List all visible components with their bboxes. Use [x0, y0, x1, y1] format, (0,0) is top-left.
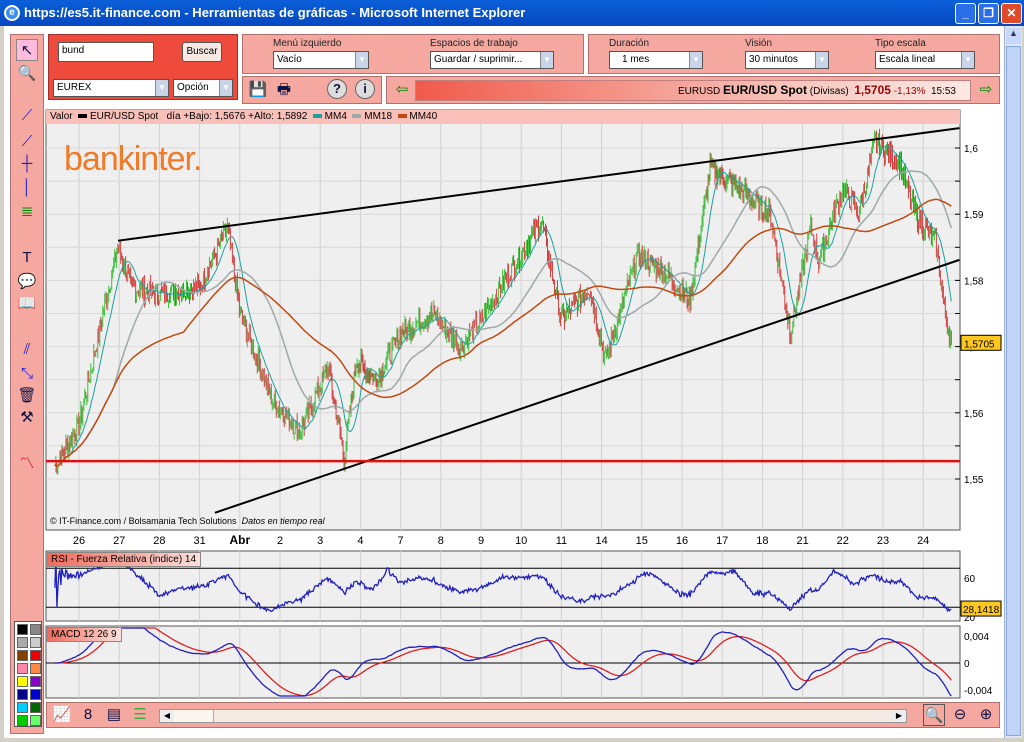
legend-swatch-price — [78, 114, 88, 119]
x-tick-label: 26 — [73, 535, 85, 547]
link-icon[interactable]: 8 — [77, 704, 99, 726]
credits-realtime: Datos en tiempo real — [241, 516, 325, 526]
legend-swatch-mm18 — [352, 114, 362, 119]
horizontal-scrollbar[interactable]: ◀ ▶ — [159, 709, 907, 723]
scroll-up-icon[interactable]: ▲ — [1006, 28, 1021, 44]
chart-credits: © IT-Finance.com / Bolsamania Tech Solut… — [50, 516, 325, 526]
close-button[interactable]: ✕ — [1001, 3, 1022, 24]
x-tick-label: 28 — [153, 535, 165, 547]
legend-mm4: MM4 — [324, 111, 347, 122]
x-tick-label: 3 — [317, 535, 323, 547]
page: ↖ 🔍 ⟋ ⟋ ┼ │ ≣ T 💬 📖 ⫽ ⤡ 🗑 ⚒ 〽 bund Busca… — [4, 26, 1004, 738]
x-tick-label: 4 — [357, 535, 363, 547]
list-icon[interactable]: ☰ — [129, 704, 151, 726]
macd-tick-label: -0,004 — [964, 686, 993, 697]
x-tick-label: 27 — [113, 535, 125, 547]
scroll-thumb[interactable] — [174, 710, 214, 722]
chart-area[interactable]: 26 27 28 31 Abr 2 3 4 7 8 9 10 11 14 15 16 17 18 21 22 23 241… — [4, 26, 1004, 738]
y-tick-label: 1,59 — [964, 210, 984, 221]
macd-tick-label: 0 — [964, 659, 970, 670]
ie-logo-icon: e — [4, 5, 20, 21]
x-tick-label: 2 — [277, 535, 283, 547]
legend-swatch-mm40 — [397, 114, 407, 119]
scroll-thumb-vertical[interactable] — [1006, 46, 1021, 736]
x-tick-label: 15 — [636, 535, 648, 547]
macd-tick-label: 0,004 — [964, 632, 989, 643]
scroll-left-icon[interactable]: ◀ — [160, 710, 174, 722]
zoom-in-icon[interactable]: ⊕ — [975, 704, 997, 726]
window-titlebar: e https://es5.it-finance.com - Herramien… — [0, 0, 1024, 26]
y-tick-label: 1,6 — [964, 144, 978, 155]
x-tick-label: 11 — [556, 535, 567, 547]
add-indicator-icon[interactable]: 📈 — [51, 704, 73, 726]
macd-label: MACD 12 26 9 — [46, 627, 122, 642]
legend-mm18: MM18 — [364, 111, 393, 122]
legend-valor: Valor — [50, 111, 73, 122]
y-tick-label: 1,58 — [964, 276, 984, 287]
x-tick-label: 21 — [796, 535, 808, 547]
report-icon[interactable]: ▤ — [103, 704, 125, 726]
x-tick-label: 24 — [917, 535, 929, 547]
maximize-button[interactable]: ❐ — [978, 3, 999, 24]
zoom-out-icon[interactable]: ⊖ — [949, 704, 971, 726]
rsi-tick-label: 60 — [964, 574, 976, 585]
y-tick-label: 1,56 — [964, 409, 984, 420]
chart-legend: Valor EUR/USD Spot día +Bajo: 1,5676 +Al… — [46, 110, 960, 124]
x-tick-label: 9 — [478, 535, 484, 547]
vertical-scrollbar[interactable]: ▲ — [1004, 26, 1022, 738]
window-title: https://es5.it-finance.com - Herramienta… — [24, 5, 526, 20]
x-tick-label: 16 — [676, 535, 688, 547]
legend-mm40: MM40 — [409, 111, 438, 122]
x-tick-label: 7 — [398, 535, 404, 547]
credits-source: © IT-Finance.com / Bolsamania Tech Solut… — [50, 516, 237, 526]
minimize-button[interactable]: _ — [955, 3, 976, 24]
y-tick-label: 1,55 — [964, 475, 984, 486]
bottom-toolbar: 📈 8 ▤ ☰ ◀ ▶ 🔍 ⊖ ⊕ — [46, 702, 1000, 728]
x-tick-label: 10 — [515, 535, 527, 547]
legend-swatch-mm4 — [312, 114, 322, 119]
x-tick-label: 22 — [837, 535, 849, 547]
last-price-label: 1,5705 — [964, 339, 995, 350]
x-tick-label: 17 — [716, 535, 728, 547]
x-tick-label: 23 — [877, 535, 889, 547]
zoom-fit-icon[interactable]: 🔍 — [923, 704, 945, 726]
scroll-right-icon[interactable]: ▶ — [892, 710, 906, 722]
x-tick-label: 14 — [595, 535, 607, 547]
rsi-last-label: 28,1418 — [963, 605, 1000, 616]
bankinter-logo: bankinter. — [64, 140, 202, 178]
x-tick-label: 8 — [438, 535, 444, 547]
legend-series: EUR/USD Spot — [89, 111, 159, 122]
macd-panel — [45, 625, 961, 699]
x-tick-label: 18 — [756, 535, 768, 547]
x-tick-label: 31 — [193, 535, 205, 547]
legend-range: día +Bajo: 1,5676 +Alto: 1,5892 — [166, 111, 308, 122]
rsi-label: RSI - Fuerza Relativa (indice) 14 — [46, 552, 202, 567]
x-tick-label: Abr — [229, 533, 250, 547]
